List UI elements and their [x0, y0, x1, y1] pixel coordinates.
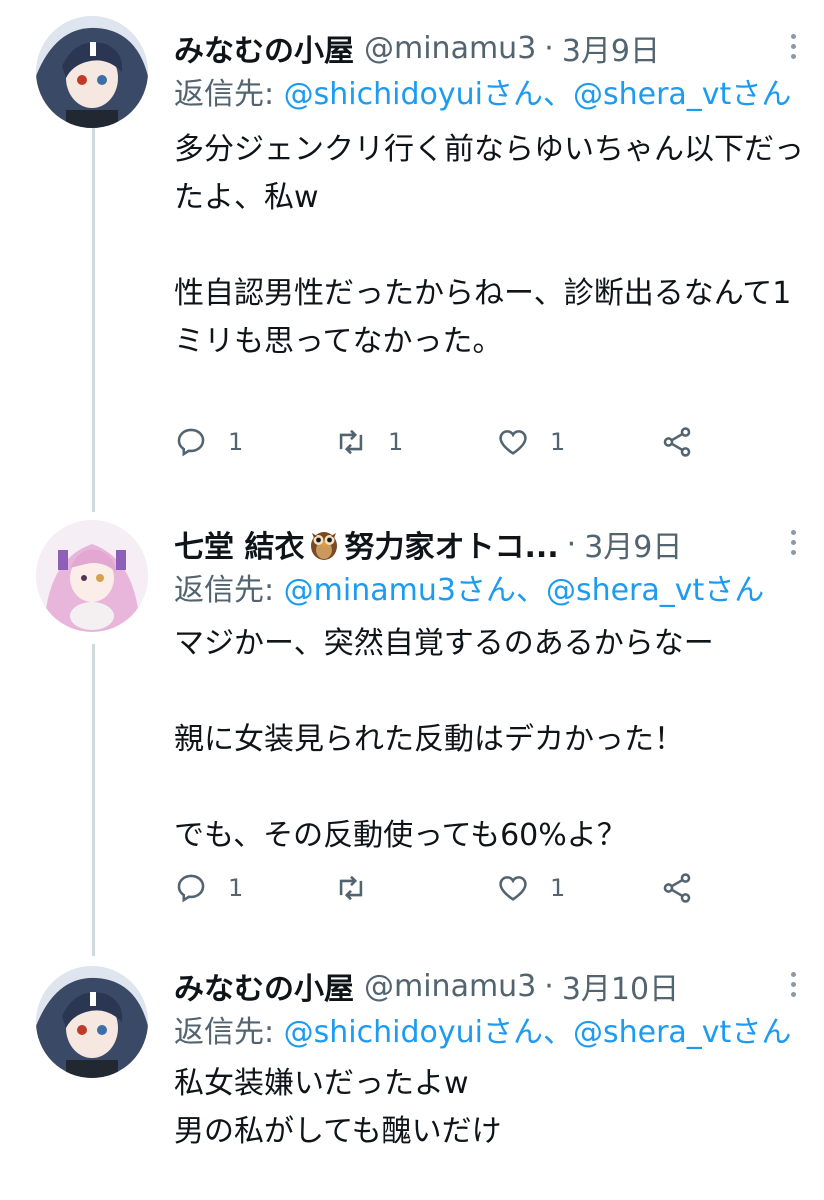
reply-mention[interactable]: @shera_vtさん [573, 1015, 791, 1050]
reply-separator: 、 [542, 1015, 573, 1050]
tweet-text: 多分ジェンクリ行く前ならゆいちゃん以下だったよ、私w 性自認男性だったからねー、… [174, 132, 804, 359]
tweet-text: マジかー、突然自覚するのあるからなー 親に女装見られた反動はデカかった！ でも、… [174, 626, 714, 853]
share-button[interactable] [660, 418, 694, 466]
separator: · [544, 968, 554, 1004]
reply-count: 1 [228, 874, 244, 902]
reply-icon [177, 874, 205, 903]
display-name[interactable]: 七堂 結衣 [174, 522, 304, 566]
reply-mention[interactable]: @shera_vtさん [573, 77, 791, 112]
more-icon[interactable] [788, 34, 798, 64]
separator: · [544, 30, 554, 66]
reply-context: 返信先: @shichidoyuiさん、@shera_vtさん [174, 1010, 804, 1056]
tweet-header: みなむの小屋 @minamu3 · 3月9日 [174, 24, 804, 72]
avatar[interactable] [36, 520, 148, 632]
owl-emoji-icon [311, 532, 338, 560]
tweet[interactable]: みなむの小屋 @minamu3 · 3月10日 返信先: @shichidoyu… [0, 940, 824, 1200]
tweet-date[interactable]: 3月10日 [562, 964, 679, 1008]
tweet-date[interactable]: 3月9日 [584, 522, 682, 566]
reply-prefix: 返信先: [174, 1015, 284, 1050]
reply-context: 返信先: @shichidoyuiさん、@shera_vtさん [174, 72, 804, 118]
reply-button[interactable]: 1 [174, 418, 243, 466]
reply-separator: 、 [515, 573, 546, 608]
reply-button[interactable]: 1 [174, 864, 243, 912]
share-button[interactable] [660, 864, 694, 912]
reply-mention[interactable]: @shera_vtさん [546, 573, 764, 608]
tweet-text: 私女装嫌いだったよw 男の私がしても醜いだけ [174, 1066, 502, 1149]
reply-count: 1 [228, 428, 244, 456]
avatar[interactable] [36, 966, 148, 1078]
tweet[interactable]: 七堂 結衣 努力家オトコ... · 3月9日 返信先: @minamu3さん、@… [0, 500, 824, 940]
reply-prefix: 返信先: [174, 573, 284, 608]
reply-mention[interactable]: @minamu3さん [284, 573, 516, 608]
reply-prefix: 返信先: [174, 77, 284, 112]
like-count: 1 [550, 874, 566, 902]
tweet[interactable]: みなむの小屋 @minamu3 · 3月9日 返信先: @shichidoyui… [0, 0, 824, 500]
tweet-actions: 1 1 [174, 864, 734, 912]
display-name[interactable]: みなむの小屋 [174, 964, 354, 1008]
retweet-icon [339, 875, 363, 901]
share-icon [663, 873, 691, 903]
tweet-date[interactable]: 3月9日 [562, 26, 660, 70]
reply-mention[interactable]: @shichidoyuiさん [284, 1015, 543, 1050]
reply-icon [177, 428, 205, 457]
more-icon[interactable] [788, 530, 798, 560]
retweet-button[interactable]: 1 [334, 418, 403, 466]
share-icon [663, 427, 691, 457]
avatar[interactable] [36, 16, 148, 128]
like-button[interactable]: 1 [496, 864, 565, 912]
tweet-actions: 1 1 1 [174, 418, 734, 466]
retweet-button[interactable] [334, 864, 388, 912]
retweet-icon [339, 429, 363, 455]
tweet-header: みなむの小屋 @minamu3 · 3月10日 [174, 962, 804, 1010]
display-name-suffix[interactable]: 努力家オトコ... [344, 522, 558, 566]
like-icon [499, 876, 527, 901]
like-icon [499, 430, 527, 455]
user-handle[interactable]: @minamu3 [364, 31, 536, 66]
display-name[interactable]: みなむの小屋 [174, 26, 354, 70]
separator: · [566, 526, 577, 562]
reply-mention[interactable]: @shichidoyuiさん [284, 77, 543, 112]
more-icon[interactable] [788, 972, 798, 1002]
tweet-header: 七堂 結衣 努力家オトコ... · 3月9日 [174, 520, 804, 568]
user-handle[interactable]: @minamu3 [364, 969, 536, 1004]
like-button[interactable]: 1 [496, 418, 565, 466]
reply-separator: 、 [542, 77, 573, 112]
retweet-count: 1 [388, 428, 404, 456]
like-count: 1 [550, 428, 566, 456]
reply-context: 返信先: @minamu3さん、@shera_vtさん [174, 568, 804, 614]
